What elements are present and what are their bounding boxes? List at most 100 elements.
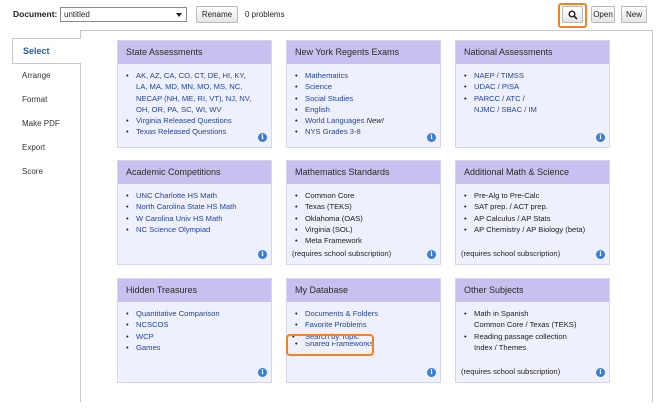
sidebar-item-make-pdf[interactable]: Make PDF [12,112,80,136]
link-social-studies[interactable]: Social Studies [305,94,353,103]
list-item: Pre-Alg to Pre-Calc [464,190,605,202]
item-math-spanish-cont: Common Core / Texas (TEKS) [474,320,577,330]
link-states-line3[interactable]: NECAP (NH, ME, RI, VT), NJ, NV, [136,93,267,104]
link-udac-pisa[interactable]: UDAC / PISA [474,82,519,91]
subscription-note: (requires school subscription) [461,249,561,258]
link-parcc[interactable]: PARCC / ATC / [474,93,605,104]
info-icon[interactable]: i [596,250,605,259]
list-item: Mathematics [295,70,436,82]
list-item: AK, AZ, CA, CO, CT, DE, HI, KY, LA, MA, … [126,70,267,115]
item-reading-passage-cont: Index / Themes [474,342,527,352]
card-title: New York Regents Exams [287,41,440,64]
link-virginia-released[interactable]: Virginia Released Questions [136,116,232,125]
list-item: Texas (TEKS) [295,201,436,213]
link-world-languages[interactable]: World Languages [305,116,364,125]
info-icon[interactable]: i [596,368,605,377]
list-item: Favorite Problems [295,319,436,331]
link-quantitative-comparison[interactable]: Quantitative Comparison [136,309,220,318]
item-pre-alg: Pre-Alg to Pre-Calc [474,191,540,200]
info-icon[interactable]: i [258,250,267,259]
list-item: Oklahoma (OAS) [295,213,436,225]
link-mathematics[interactable]: Mathematics [305,71,348,80]
open-button[interactable]: Open [591,6,615,23]
list-item: NYS Grades 3-8 [295,126,436,138]
link-wcp[interactable]: WCP [136,332,154,341]
card-title: National Assessments [456,41,609,64]
card-academic-competitions: Academic Competitions UNC Charlotte HS M… [117,160,272,265]
new-button[interactable]: New [621,6,647,23]
card-mathematics-standards: Mathematics Standards Common Core Texas … [286,160,441,265]
card-my-database: My Database Documents & Folders Favorite… [286,278,441,383]
card-title: Other Subjects [456,279,609,302]
link-w-carolina[interactable]: W Carolina Univ HS Math [136,214,223,223]
info-icon[interactable]: i [427,368,436,377]
card-title: Hidden Treasures [118,279,271,302]
list-item: AP Chemistry / AP Biology (beta) [464,224,605,236]
list-item: PARCC / ATC / NJMC / SBAC / IM [464,93,605,116]
list-item: Texas Released Questions [126,126,267,138]
link-nc-state[interactable]: North Carolina State HS Math [136,202,236,211]
link-naep-timss[interactable]: NAEP / TIMSS [474,71,524,80]
link-texas-released[interactable]: Texas Released Questions [136,127,226,136]
link-nc-science-olympiad[interactable]: NC Science Olympiad [136,225,210,234]
link-favorite-problems[interactable]: Favorite Problems [305,320,367,329]
list-item: Math in Spanish Common Core / Texas (TEK… [464,308,605,331]
card-title: Academic Competitions [118,161,271,184]
list-item: SAT prep. / ACT prep. [464,201,605,213]
document-select-value: untitled [64,10,90,19]
item-ap-calc: AP Calculus / AP Stats [474,213,551,223]
sidebar-item-arrange[interactable]: Arrange [12,64,80,88]
sidebar-item-score[interactable]: Score [12,160,80,184]
card-other-subjects: Other Subjects Math in Spanish Common Co… [455,278,610,383]
info-icon[interactable]: i [596,133,605,142]
link-english[interactable]: English [305,105,330,114]
magnifier-icon [568,10,578,20]
rename-button[interactable]: Rename [196,6,238,23]
sidebar-item-format[interactable]: Format [12,88,80,112]
list-item: North Carolina State HS Math [126,201,267,213]
list-item: WCP [126,331,267,343]
list-item: Games [126,342,267,354]
info-icon[interactable]: i [427,250,436,259]
link-documents-folders[interactable]: Documents & Folders [305,309,378,318]
link-science[interactable]: Science [305,82,332,91]
item-meta-framework: Meta Framework [305,236,362,246]
sidebar-item-select[interactable]: Select [12,38,81,64]
info-icon[interactable]: i [258,133,267,142]
list-item: Meta Framework [295,235,436,247]
list-item: World Languages New! [295,115,436,127]
link-states-line4[interactable]: OH, OR, PA, SC, WI, WV [136,104,267,115]
info-icon[interactable]: i [258,368,267,377]
document-select[interactable]: untitled [60,7,187,22]
list-item: NAEP / TIMSS [464,70,605,82]
card-national-assessments: National Assessments NAEP / TIMSS UDAC /… [455,40,610,148]
list-item: NCSCOS [126,319,267,331]
info-icon[interactable]: i [427,133,436,142]
list-item: Virginia Released Questions [126,115,267,127]
link-njmc[interactable]: NJMC / SBAC / IM [474,104,605,115]
item-sat-act: SAT prep. / ACT prep. [474,202,548,212]
chevron-down-icon [176,13,182,17]
list-item: AP Calculus / AP Stats [464,213,605,225]
item-math-spanish: Math in Spanish [474,309,529,318]
list-item: Virginia (SOL) [295,224,436,236]
link-games[interactable]: Games [136,343,160,352]
search-button[interactable] [562,6,583,23]
sidebar-item-export[interactable]: Export [12,136,80,160]
subscription-note: (requires school subscription) [292,249,392,258]
link-unc-charlotte[interactable]: UNC Charlotte HS Math [136,191,217,200]
card-hidden-treasures: Hidden Treasures Quantitative Comparison… [117,278,272,383]
link-nys-grades[interactable]: NYS Grades 3-8 [305,127,361,136]
item-ap-chem: AP Chemistry / AP Biology (beta) [474,224,586,234]
list-item: Social Studies [295,93,436,105]
document-label: Document: [13,9,58,19]
toolbar: Document: untitled Rename 0 problems Ope… [0,0,660,30]
list-item: Science [295,81,436,93]
link-states-line1[interactable]: AK, AZ, CA, CO, CT, DE, HI, KY, [136,70,267,81]
link-states-line2[interactable]: LA, MA, MD, MN, MO, MS, NC, [136,81,267,92]
card-title: My Database [287,279,440,302]
list-item: Common Core [295,190,436,202]
item-texas-teks: Texas (TEKS) [305,202,352,212]
link-ncscos[interactable]: NCSCOS [136,320,169,329]
item-oklahoma: Oklahoma (OAS) [305,213,363,223]
